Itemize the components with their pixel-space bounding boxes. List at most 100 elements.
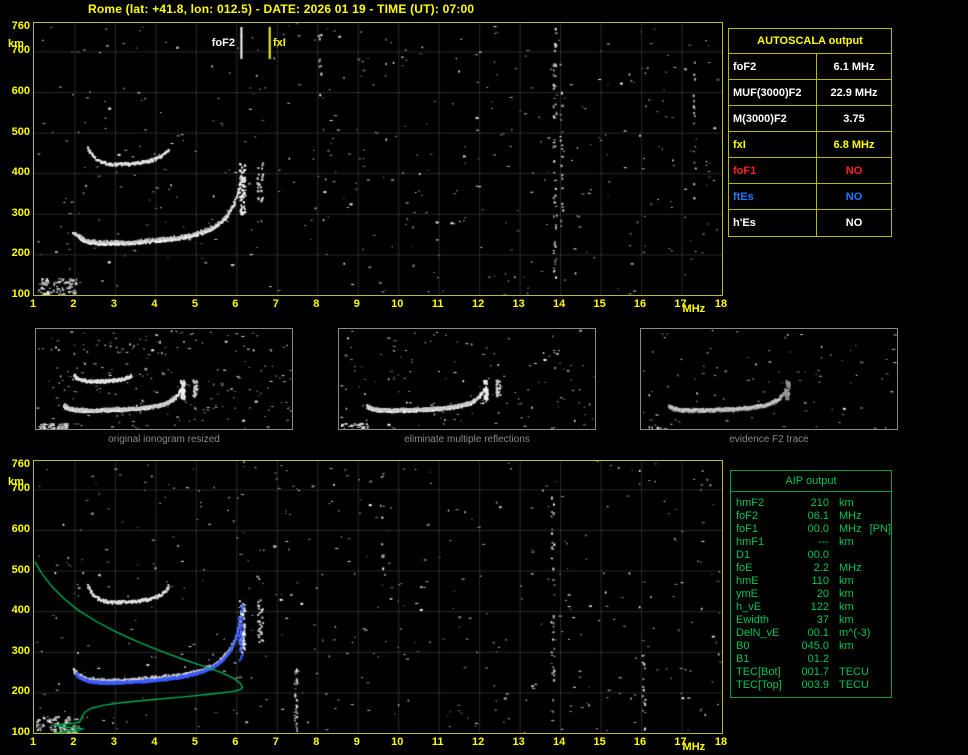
aip-row: DelN_vE 00.1 m^(-3): [731, 627, 891, 640]
aip-param-unit: km: [839, 614, 854, 626]
x-tick-label: 11: [431, 298, 444, 310]
autoscala-param-value: 6.1 MHz: [833, 61, 875, 73]
thumbnail-caption-original: original ionogram resized: [108, 434, 220, 445]
autoscala-param-name: M(3000)F2: [729, 106, 817, 131]
autoscala-param-name: ftEs: [729, 184, 817, 209]
aip-rows: hmF2 210 km foF2 06.1 MHz foF1 00.0 MHz [PN] hmF1 -…: [731, 497, 891, 692]
y-tick-label: 500: [11, 563, 30, 576]
aip-param-unit: MHz: [839, 523, 862, 535]
x-axis-unit: MHz: [682, 741, 706, 753]
aip-row: D1 00.0: [731, 549, 891, 562]
x-tick-label: 16: [633, 298, 647, 310]
aip-param-unit: m^(-3): [839, 627, 871, 639]
x-tick-label: 6: [232, 736, 239, 748]
autoscala-param-name: foF2: [729, 54, 817, 79]
aip-param-note: [PN]: [869, 523, 892, 535]
bottom-ionogram-canvas: [34, 461, 722, 733]
aip-param-unit: MHz: [839, 510, 862, 522]
autoscala-row: M(3000)F2 3.75: [729, 106, 891, 132]
aip-param-value: 20: [816, 588, 829, 600]
y-tick-label: 200: [11, 685, 30, 698]
autoscala-panel-title: AUTOSCALA output: [729, 29, 891, 54]
aip-param-name: h_vE: [736, 601, 762, 613]
aip-param-value: 210: [810, 497, 829, 509]
x-tick-label: 2: [70, 298, 77, 310]
aip-param-value: 003.9: [801, 679, 829, 691]
aip-param-name: hmE: [736, 575, 759, 587]
aip-param-name: TEC[Bot]: [736, 666, 781, 678]
aip-param-name: foE: [736, 562, 753, 574]
x-tick-label: 1: [29, 298, 37, 310]
top-ionogram-canvas: [34, 23, 722, 295]
aip-panel-title: AIP output: [731, 471, 891, 492]
aip-param-name: foF1: [736, 523, 759, 535]
aip-param-unit: MHz: [839, 562, 862, 574]
x-tick-label: 15: [593, 298, 606, 310]
autoscala-param-value: NO: [845, 217, 863, 229]
aip-param-value: 06.1: [807, 510, 829, 522]
aip-row: hmF1 --- km: [731, 536, 891, 549]
aip-param-unit: km: [839, 575, 854, 587]
x-tick-label: 18: [714, 736, 728, 748]
x-tick-label: 10: [391, 298, 404, 310]
y-tick-label: 760: [11, 20, 30, 33]
x-tick-label: 14: [552, 298, 566, 310]
y-tick-label: 600: [11, 523, 30, 535]
aip-param-unit: TECU: [839, 679, 869, 691]
y-tick-label: 760: [11, 458, 30, 471]
autoscala-param-value: NO: [845, 165, 863, 177]
x-tick-label: 12: [472, 298, 485, 310]
thumbnail-original-canvas: [36, 329, 292, 429]
aip-param-value: 00.1: [807, 627, 829, 639]
fxi-marker-label: fxI: [273, 37, 286, 49]
aip-param-unit: [829, 653, 839, 666]
aip-row: TEC[Bot] 001.7 TECU: [731, 666, 891, 679]
aip-param-unit: km: [839, 497, 854, 509]
x-tick-label: 1: [29, 736, 37, 748]
x-tick-label: 7: [272, 736, 279, 748]
aip-row: hmF2 210 km: [731, 497, 891, 510]
x-tick-label: 16: [633, 736, 647, 748]
y-axis-unit: km: [8, 38, 24, 50]
aip-param-name: B0: [736, 640, 750, 652]
x-tick-label: 14: [552, 736, 566, 748]
aip-param-unit: [829, 549, 839, 562]
x-axis-unit: MHz: [682, 303, 706, 315]
aip-param-name: Ewidth: [736, 614, 770, 626]
aip-row: ymE 20 km: [731, 588, 891, 601]
aip-param-name: D1: [736, 549, 751, 561]
aip-param-name: DelN_vE: [736, 627, 780, 639]
aip-param-name: foF2: [736, 510, 759, 522]
x-tick-label: 9: [353, 736, 360, 748]
x-tick-label: 3: [110, 736, 117, 748]
autoscala-param-name: MUF(3000)F2: [729, 80, 817, 105]
autoscala-row: foF1 NO: [729, 158, 891, 184]
page-title: Rome (lat: +41.8, lon: 012.5) - DATE: 20…: [88, 2, 475, 16]
aip-param-value: 122: [810, 601, 829, 613]
x-tick-label: 11: [431, 736, 444, 748]
x-tick-label: 8: [313, 298, 320, 310]
autoscala-param-value: 6.8 MHz: [833, 139, 875, 151]
aip-row: hmE 110 km: [731, 575, 891, 588]
aip-param-value: 045.0: [801, 640, 829, 652]
aip-row: foF1 00.0 MHz [PN]: [731, 523, 891, 536]
aip-param-unit: km: [839, 536, 854, 548]
aip-row: foE 2.2 MHz: [731, 562, 891, 575]
autoscala-output-panel: AUTOSCALA output foF2 6.1 MHz MUF(3000)F2 2…: [728, 28, 892, 237]
y-tick-label: 500: [11, 125, 30, 138]
thumbnail-eliminate-reflections: [338, 328, 596, 430]
aip-param-name: hmF2: [736, 497, 765, 509]
aip-row: B0 045.0 km: [731, 640, 891, 653]
x-tick-label: 3: [110, 298, 117, 310]
x-tick-label: 10: [391, 736, 404, 748]
aip-param-unit: TECU: [839, 666, 869, 678]
autoscala-param-name: foF1: [729, 158, 817, 183]
x-tick-label: 4: [151, 298, 158, 310]
x-tick-label: 4: [151, 736, 158, 748]
aip-param-value: 00.0: [807, 523, 829, 535]
autoscala-param-value: 22.9 MHz: [830, 87, 878, 99]
autoscala-row: ftEs NO: [729, 184, 891, 210]
aip-row: Ewidth 37 km: [731, 614, 891, 627]
x-tick-label: 5: [191, 298, 198, 310]
thumbnail-original-ionogram: [35, 328, 293, 430]
